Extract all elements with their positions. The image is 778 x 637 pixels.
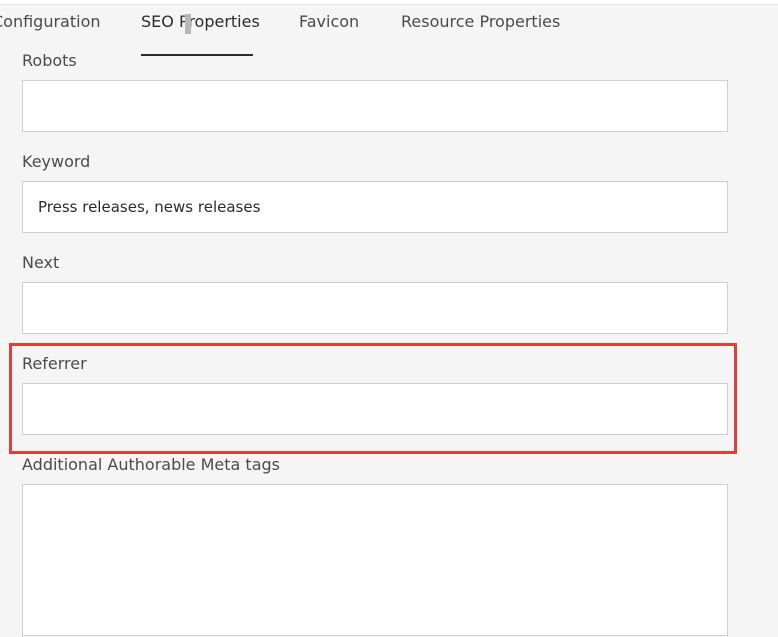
- seo-properties-page: Configuration SEO Properties Favicon Res…: [0, 0, 778, 637]
- next-label: Next: [22, 253, 60, 272]
- keyword-label: Keyword: [22, 152, 91, 171]
- keyword-field[interactable]: [22, 181, 728, 233]
- tab-configuration[interactable]: Configuration: [0, 12, 101, 31]
- active-tab-indicator: [141, 54, 253, 56]
- robots-field[interactable]: [22, 80, 728, 132]
- robots-label: Robots: [22, 51, 77, 70]
- text-cursor: [185, 14, 191, 34]
- tab-resource-properties[interactable]: Resource Properties: [401, 12, 560, 31]
- referrer-label: Referrer: [22, 354, 87, 373]
- meta-tags-label: Additional Authorable Meta tags: [22, 455, 280, 474]
- referrer-field[interactable]: [22, 383, 728, 435]
- meta-tags-textarea[interactable]: [22, 484, 728, 636]
- tab-favicon[interactable]: Favicon: [299, 12, 359, 31]
- next-field[interactable]: [22, 282, 728, 334]
- tab-bar: Configuration SEO Properties Favicon Res…: [0, 0, 778, 56]
- tab-seo-properties[interactable]: SEO Properties: [141, 12, 260, 31]
